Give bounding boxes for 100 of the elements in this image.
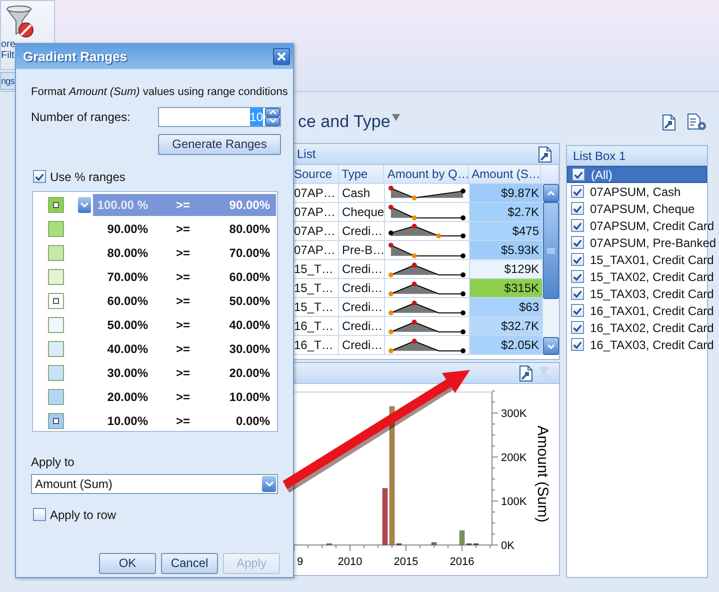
color-swatch[interactable] <box>48 316 64 332</box>
range-from: 20.00% <box>106 388 148 406</box>
table-cell: $315K <box>470 279 543 298</box>
dialog-button[interactable]: Cancel <box>161 552 218 574</box>
checkbox[interactable] <box>33 170 46 183</box>
list-item[interactable]: 07APSUM, Pre-Banked <box>590 234 716 252</box>
scroll-down-button[interactable] <box>543 337 559 355</box>
range-operator: >= <box>174 388 191 406</box>
column-header[interactable]: Source <box>291 165 339 184</box>
range-row[interactable]: 30.00% >= 20.00% <box>93 362 276 384</box>
field-label: Number of ranges: <box>31 108 130 126</box>
color-swatch[interactable] <box>48 196 64 212</box>
table-cell: $475 <box>470 222 543 241</box>
list-item[interactable]: 16_TAX03, Credit Card <box>590 336 714 354</box>
checkbox[interactable] <box>571 287 584 300</box>
checkbox[interactable] <box>571 270 584 283</box>
range-from: 50.00% <box>106 316 148 334</box>
checkbox[interactable] <box>571 185 584 198</box>
list-item[interactable]: 07APSUM, Credit Card <box>590 216 714 234</box>
list-item[interactable]: (All) <box>591 166 612 184</box>
color-swatch[interactable] <box>48 220 64 236</box>
color-swatch[interactable] <box>48 412 64 428</box>
checkbox[interactable] <box>572 168 585 181</box>
checkbox[interactable] <box>571 236 584 249</box>
checkbox[interactable] <box>571 304 584 317</box>
column-header[interactable]: Type <box>338 165 384 184</box>
range-row[interactable]: 70.00% >= 60.00% <box>93 266 276 288</box>
chevron-down-icon <box>268 118 276 124</box>
checkbox[interactable] <box>33 508 46 521</box>
spin-up-button[interactable] <box>265 108 280 116</box>
range-operator: >= <box>174 412 191 430</box>
list-item[interactable]: 15_TAX01, Credit Card <box>590 250 714 268</box>
spin-down-button[interactable] <box>265 116 280 126</box>
table-cell: Cheque <box>339 203 385 222</box>
list-item[interactable]: 16_TAX01, Credit Card <box>590 302 714 320</box>
color-swatch[interactable] <box>48 340 64 356</box>
table-cell: Cash <box>339 184 385 203</box>
button-label: Filt <box>1 50 14 61</box>
range-row[interactable]: 90.00% >= 80.00% <box>93 218 276 240</box>
color-swatch[interactable] <box>48 364 64 380</box>
range-row[interactable]: 20.00% >= 10.00% <box>93 386 276 408</box>
color-swatch[interactable] <box>48 268 64 284</box>
chevron-icon <box>80 200 89 208</box>
color-swatch[interactable] <box>48 388 64 404</box>
export-icon[interactable] <box>660 114 677 130</box>
range-operator: >= <box>174 316 191 334</box>
column-header[interactable]: Amount (S… <box>468 165 542 184</box>
apply-to-select[interactable]: Amount (Sum) <box>31 474 278 494</box>
checkbox[interactable] <box>571 321 584 334</box>
range-operator: >= <box>174 244 191 262</box>
table-cell: $5.93K <box>470 241 543 260</box>
description-text: Format Amount (Sum) values using range conditions <box>31 85 288 100</box>
chevron-icon <box>264 480 274 488</box>
color-swatch[interactable] <box>48 244 64 260</box>
list-item[interactable]: 15_TAX03, Credit Card <box>590 284 714 302</box>
color-swatch[interactable] <box>48 292 64 308</box>
tick-label: 2016 <box>450 556 474 568</box>
range-row[interactable]: 50.00% >= 40.00% <box>93 314 276 336</box>
column-header[interactable]: Amount by Q… <box>384 165 469 184</box>
range-operator: >= <box>174 220 191 238</box>
dropdown-button[interactable] <box>78 196 91 212</box>
export-icon[interactable] <box>536 146 553 162</box>
range-to: 80.00% <box>228 220 270 238</box>
close-button[interactable] <box>273 48 290 65</box>
range-from: 70.00% <box>106 268 148 286</box>
settings-icon[interactable] <box>686 113 708 131</box>
range-row[interactable]: 10.00% >= 0.00% <box>93 410 276 432</box>
checkbox[interactable] <box>571 219 584 232</box>
tick-label: 0K <box>501 540 514 552</box>
checkbox[interactable] <box>571 202 584 215</box>
list-item[interactable]: 16_TAX02, Credit Card <box>590 318 714 336</box>
range-row[interactable]: 80.00% >= 70.00% <box>93 242 276 264</box>
generate-ranges-button[interactable]: Generate Ranges <box>158 134 281 154</box>
range-to: 0.00% <box>234 412 270 430</box>
table-cell: Credi… <box>339 317 385 336</box>
table-cell: $9.87K <box>470 184 543 203</box>
dashboard-title: ce and Type <box>298 111 390 134</box>
scroll-thumb[interactable] <box>543 202 559 299</box>
range-from: 80.00% <box>106 244 148 262</box>
tick-label: 200K <box>501 452 527 464</box>
filter-icon[interactable] <box>392 114 400 122</box>
list-item[interactable]: 07APSUM, Cheque <box>590 200 695 218</box>
export-icon[interactable] <box>517 364 534 382</box>
table-cell: $129K <box>470 260 543 279</box>
scroll-up-button[interactable] <box>543 184 559 202</box>
table-cell: $2.7K <box>470 203 543 222</box>
range-row[interactable]: 60.00% >= 50.00% <box>93 290 276 312</box>
checkbox-label: Use % ranges <box>50 168 126 186</box>
checkbox[interactable] <box>571 338 584 351</box>
list-item[interactable]: 07APSUM, Cash <box>590 182 681 200</box>
checkbox[interactable] <box>571 253 584 266</box>
dialog-button[interactable]: OK <box>99 552 156 574</box>
table-cell: Credi… <box>339 298 385 317</box>
tick-label: 300K <box>501 408 527 420</box>
list-item[interactable]: 15_TAX02, Credit Card <box>590 268 714 286</box>
tick-label: 9 <box>297 556 304 568</box>
range-row[interactable]: 40.00% >= 30.00% <box>93 338 276 360</box>
panel-title: List Box 1 <box>573 148 626 164</box>
table-cell: Credi… <box>339 279 385 298</box>
range-to: 90.00% <box>228 196 270 214</box>
